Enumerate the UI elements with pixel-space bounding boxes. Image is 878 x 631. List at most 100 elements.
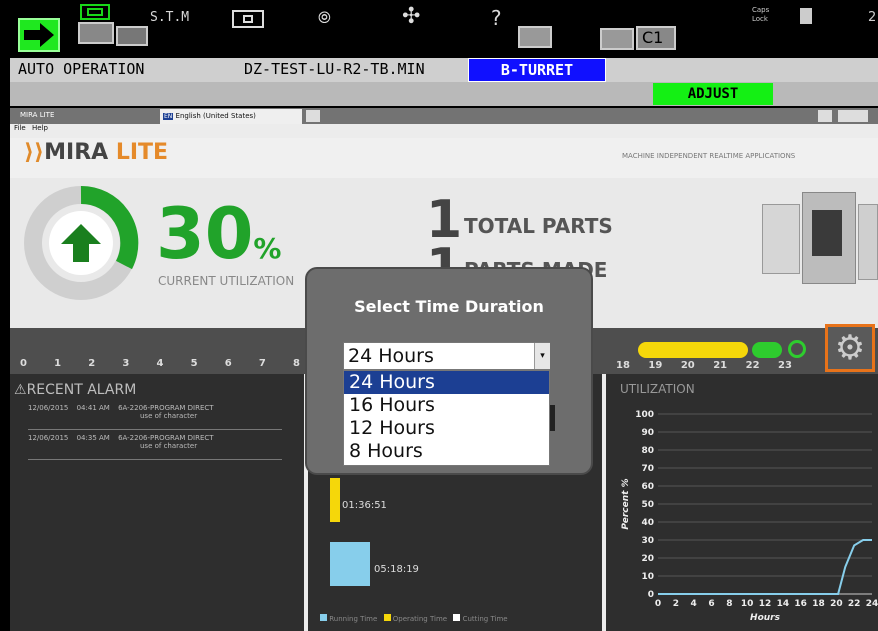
operation-status: AUTO OPERATION <box>18 60 145 78</box>
dialog-title: Select Time Duration <box>354 297 544 316</box>
tick: 23 <box>778 360 792 371</box>
adjust-button[interactable]: ADJUST <box>653 83 773 105</box>
utilization-label: CURRENT UTILIZATION <box>158 274 295 288</box>
settings-button[interactable]: ⚙ <box>825 324 875 372</box>
select-value: 24 Hours <box>348 345 434 367</box>
tick: 20 <box>680 360 695 371</box>
utilization-panel-title: UTILIZATION <box>620 382 695 396</box>
y-axis-label: Percent % <box>621 478 631 529</box>
y-tick-label: 50 <box>641 500 654 510</box>
tick: 18 <box>616 360 630 371</box>
chevron-down-icon[interactable]: ▾ <box>534 343 550 369</box>
maximize-button[interactable] <box>838 110 868 122</box>
logo-main: MIRA <box>44 140 109 165</box>
turret-badge[interactable]: B-TURRET <box>468 58 606 82</box>
y-tick-label: 100 <box>635 410 654 420</box>
timeline-running-segment <box>752 342 782 358</box>
series-line <box>658 539 872 595</box>
x-tick-label: 24 <box>866 599 878 609</box>
language-flag-icon: EN <box>163 113 174 120</box>
rotate-icon[interactable]: ⦾ <box>318 8 348 28</box>
up-arrow-icon <box>61 224 101 262</box>
total-parts-label: TOTAL PARTS <box>464 214 613 238</box>
window-titlebar: MIRA LITE EN English (United States) <box>10 108 878 124</box>
option-24-hours[interactable]: 24 Hours <box>344 371 549 394</box>
program-name: DZ-TEST-LU-R2-TB.MIN <box>244 60 425 78</box>
minimize-button[interactable] <box>818 110 832 122</box>
camera-icon[interactable] <box>116 26 148 46</box>
x-tick-label: 8 <box>726 599 732 609</box>
alarm-message: 6A-2206-PROGRAM DIRECT <box>118 404 214 412</box>
document-icon[interactable] <box>800 8 812 24</box>
language-label: English (United States) <box>175 112 256 120</box>
c1-button[interactable]: C1 <box>636 26 676 50</box>
caps-label-line1: Caps <box>752 6 770 14</box>
y-tick-label: 60 <box>641 482 654 492</box>
tick: 21 <box>713 360 728 371</box>
status-row-secondary: ADJUST <box>10 82 878 106</box>
display-icon[interactable] <box>232 10 264 28</box>
menu-bar: File Help <box>10 124 878 138</box>
x-tick-label: 10 <box>741 599 754 609</box>
x-tick-label: 0 <box>655 599 661 609</box>
alarm-detail: use of character <box>140 412 198 420</box>
tick: 4 <box>156 358 164 369</box>
cassette-icon[interactable] <box>600 28 634 50</box>
legend: Running Time Operating Time Cutting Time <box>320 614 508 623</box>
x-tick-label: 12 <box>759 599 772 609</box>
x-tick-label: 2 <box>673 599 679 609</box>
keyboard-icon[interactable] <box>306 110 320 122</box>
logo-sub: LITE <box>115 140 169 165</box>
y-tick-label: 30 <box>641 536 654 546</box>
timeline-marker <box>788 340 806 358</box>
gear-icon: ⚙ <box>834 328 866 368</box>
y-tick-label: 20 <box>641 554 654 564</box>
tick: 7 <box>258 358 266 369</box>
cnc-top-bar: S.T.M ⦾ ✣ ? C1 Caps Lock 2 <box>10 0 878 58</box>
option-12-hours[interactable]: 12 Hours <box>344 417 549 440</box>
legend-cutting: Cutting Time <box>462 615 508 623</box>
alarm-time: 04:35 AM <box>76 434 110 442</box>
x-tick-label: 4 <box>691 599 697 609</box>
alarm-date: 12/06/2015 <box>28 434 69 442</box>
alarm-time: 04:41 AM <box>76 404 110 412</box>
axis-icon[interactable]: ✣ <box>402 4 432 30</box>
tool-icon[interactable] <box>78 22 114 44</box>
c1-label: C1 <box>642 28 664 47</box>
legend-running: Running Time <box>329 615 378 623</box>
warning-icon: ⚠ <box>14 382 27 398</box>
arrow-right-icon[interactable] <box>18 18 60 52</box>
y-tick-label: 40 <box>641 518 654 528</box>
utilization-unit: % <box>253 232 282 265</box>
alarm-item[interactable]: 12/06/2015 04:41 AM 6A-2206-PROGRAM DIRE… <box>28 404 282 430</box>
x-tick-label: 18 <box>812 599 825 609</box>
timeline-ticks-left: 0 1 2 3 4 5 6 7 8 <box>20 358 300 369</box>
x-axis-label: Hours <box>750 613 781 623</box>
alarm-detail: use of character <box>140 442 198 450</box>
tick: 6 <box>224 358 232 369</box>
menu-help[interactable]: Help <box>32 124 48 132</box>
alarm-title: ⚠RECENT ALARM <box>14 382 136 398</box>
mira-logo: ⟩⟩MIRA LITE <box>24 140 169 165</box>
option-8-hours[interactable]: 8 Hours <box>344 440 549 463</box>
operating-time: 01:36:51 <box>342 500 387 511</box>
alarm-item[interactable]: 12/06/2015 04:35 AM 6A-2206-PROGRAM DIRE… <box>28 434 282 460</box>
utilization-value: 30% <box>156 194 281 274</box>
time-duration-select[interactable]: 24 Hours ▾ <box>343 342 550 370</box>
tick: 0 <box>20 358 27 369</box>
option-16-hours[interactable]: 16 Hours <box>344 394 549 417</box>
timeline-operating-segment <box>638 342 748 358</box>
menu-file[interactable]: File <box>14 124 26 132</box>
turret-label: B-TURRET <box>500 61 574 79</box>
operating-bar <box>330 478 340 522</box>
caps-lock-indicator: Caps Lock <box>752 6 769 24</box>
caps-label-line2: Lock <box>752 15 768 23</box>
x-tick-label: 22 <box>848 599 861 609</box>
language-tab[interactable]: EN English (United States) <box>160 109 302 124</box>
tick: 1 <box>54 358 62 369</box>
gauge-icon[interactable] <box>518 26 552 48</box>
running-time: 05:18:19 <box>374 564 419 575</box>
help-icon[interactable]: ? <box>490 6 502 30</box>
machine-image <box>758 188 878 298</box>
x-tick-label: 14 <box>777 599 790 609</box>
